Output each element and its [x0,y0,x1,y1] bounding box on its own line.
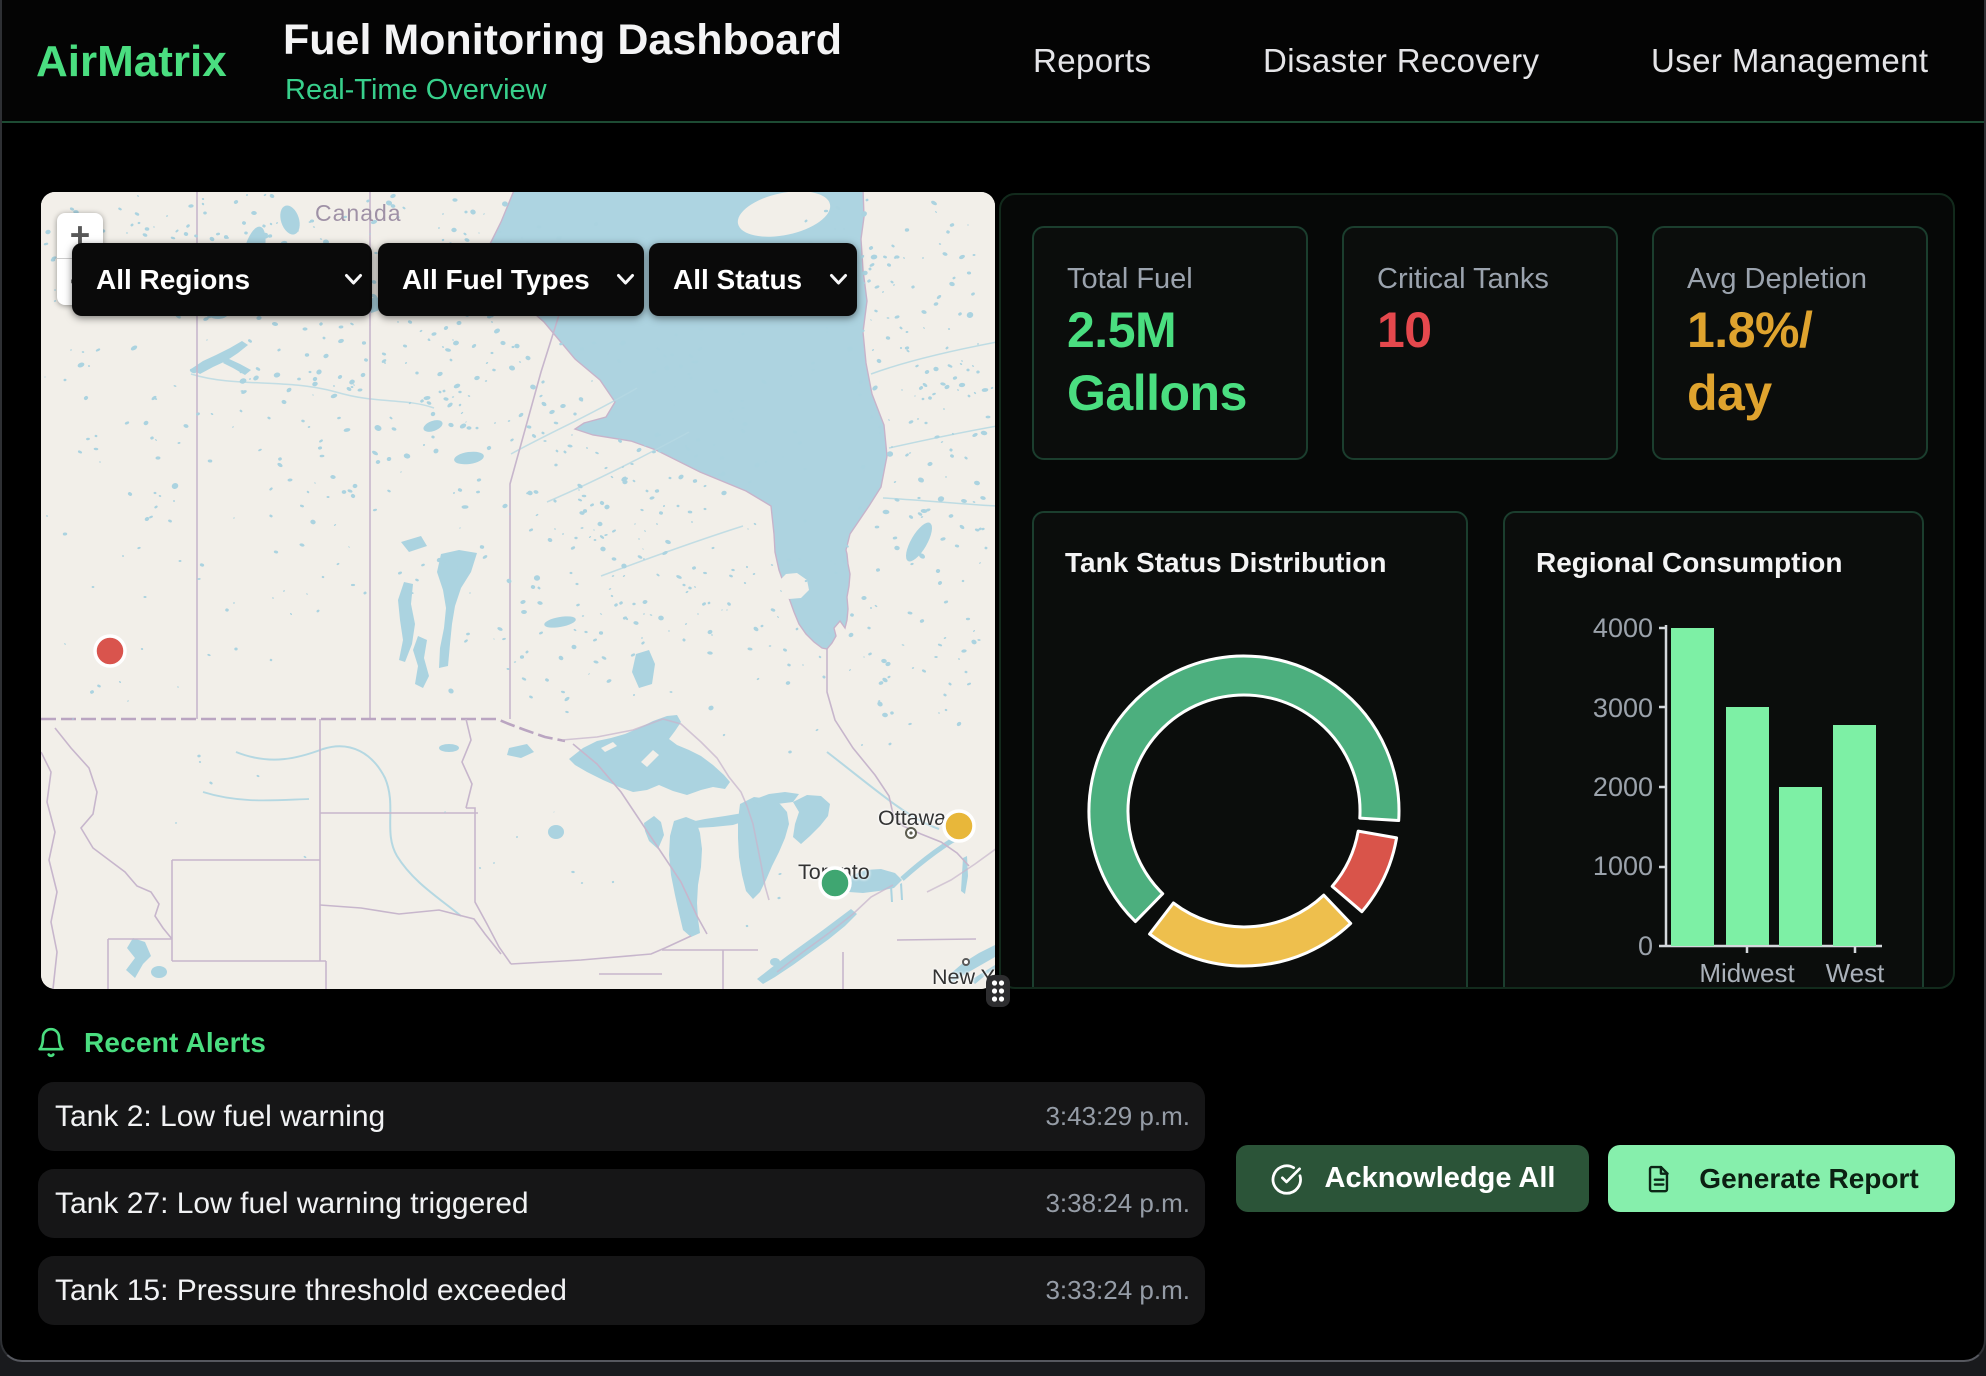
svg-text:0: 0 [1638,931,1653,961]
svg-text:3000: 3000 [1593,693,1653,723]
svg-text:Canada: Canada [315,200,402,226]
svg-text:Midwest: Midwest [1699,958,1795,988]
svg-text:1000: 1000 [1593,851,1653,881]
svg-text:2000: 2000 [1593,772,1653,802]
svg-text:4000: 4000 [1593,613,1653,643]
svg-text:West: West [1826,958,1886,988]
svg-text:Ottawa: Ottawa [878,806,946,830]
